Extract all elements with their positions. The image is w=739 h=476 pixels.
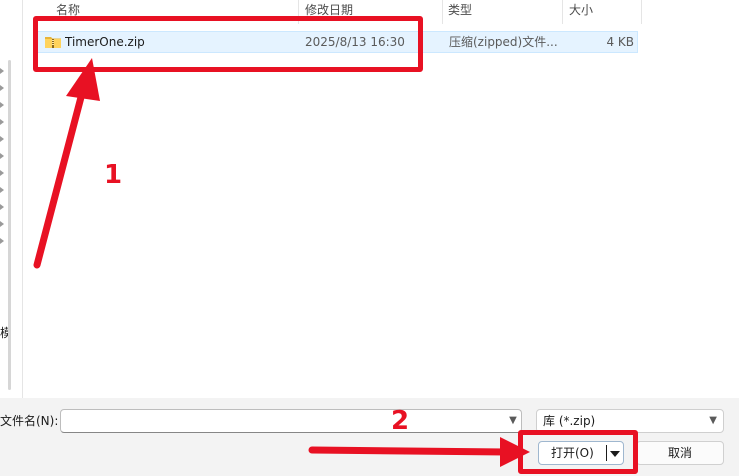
- annotation-highlight-file: [33, 16, 423, 72]
- navigation-pane[interactable]: 模: [0, 0, 23, 398]
- chevron-down-icon[interactable]: ▼: [506, 410, 520, 432]
- file-open-dialog: 模 名称 修改日期 类型 大小 TimerOne.zip 2025/8/13 1…: [0, 0, 739, 476]
- nav-expand-icon[interactable]: [0, 136, 4, 142]
- nav-item-label[interactable]: 模: [0, 324, 8, 341]
- nav-expand-icon[interactable]: [0, 102, 4, 108]
- column-header-type[interactable]: 类型: [442, 0, 562, 24]
- nav-expand-icon[interactable]: [0, 153, 4, 159]
- cancel-button[interactable]: 取消: [636, 441, 724, 465]
- nav-expand-icon[interactable]: [0, 85, 4, 91]
- nav-expand-icon[interactable]: [0, 68, 4, 74]
- annotation-step-1: 1: [104, 160, 123, 190]
- annotation-step-2: 2: [391, 406, 410, 436]
- nav-expand-icon[interactable]: [0, 221, 4, 227]
- column-divider[interactable]: [641, 0, 642, 24]
- filetype-value: 库 (*.zip): [543, 414, 596, 428]
- column-header-size[interactable]: 大小: [563, 0, 641, 24]
- chevron-down-icon[interactable]: ▼: [709, 410, 717, 432]
- nav-scrollbar[interactable]: [8, 60, 11, 390]
- nav-expand-icon[interactable]: [0, 187, 4, 193]
- filename-label: 文件名(N):: [0, 414, 59, 428]
- file-type: 压缩(zipped)文件...: [449, 35, 558, 49]
- nav-expand-icon[interactable]: [0, 204, 4, 210]
- filename-input[interactable]: [60, 409, 522, 433]
- annotation-highlight-open: [518, 430, 638, 474]
- nav-expand-icon[interactable]: [0, 170, 4, 176]
- nav-expand-icon[interactable]: [0, 238, 4, 244]
- nav-expand-icon[interactable]: [0, 119, 4, 125]
- file-size: 4 KB: [606, 35, 634, 49]
